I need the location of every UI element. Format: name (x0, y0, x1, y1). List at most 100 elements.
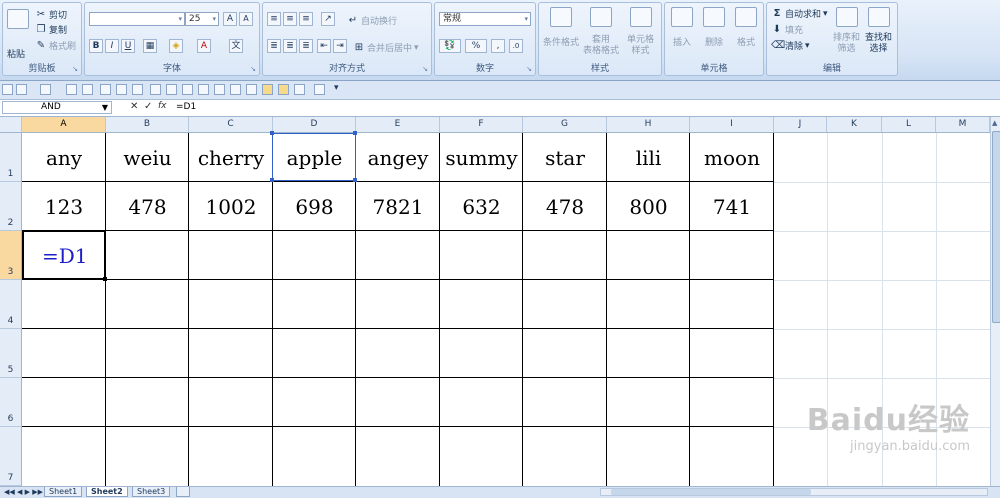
increase-indent-button[interactable]: ⇥ (333, 39, 347, 53)
font-dialog-launcher-icon[interactable]: ↘ (250, 65, 256, 73)
chart-icon[interactable] (132, 84, 143, 95)
name-box[interactable]: AND ▼ (2, 101, 112, 114)
cell-i1[interactable]: moon (690, 146, 774, 170)
column-header-k[interactable]: K (827, 117, 882, 132)
cancel-icon[interactable]: ✕ (130, 101, 138, 112)
column-header-j[interactable]: J (774, 117, 827, 132)
fill-handle[interactable] (103, 277, 107, 281)
horizontal-scroll-thumb[interactable] (611, 489, 811, 495)
sheet-tab-3[interactable]: Sheet3 (132, 487, 171, 497)
row-header-4[interactable]: 4 (0, 280, 22, 329)
horizontal-scrollbar[interactable] (600, 488, 988, 496)
copy-button[interactable]: ❐ 复制 (35, 23, 68, 36)
cut-button[interactable]: ✂ 剪切 (35, 8, 67, 21)
font-name-combo[interactable]: ▾ (89, 12, 185, 26)
number-dialog-launcher-icon[interactable]: ↘ (526, 65, 532, 73)
vertical-scrollbar[interactable]: ▲ (990, 117, 1000, 487)
column-header-l[interactable]: L (882, 117, 936, 132)
bold-button[interactable]: B (89, 39, 103, 53)
select-all-corner[interactable] (0, 117, 22, 132)
cell-style-button[interactable]: 单元格 样式 (627, 7, 654, 57)
insert-button[interactable]: 插入 (671, 7, 693, 48)
align-right-button[interactable]: ≣ (299, 39, 313, 53)
grow-font-button[interactable]: A (223, 12, 237, 26)
cell-c2[interactable]: 1002 (189, 195, 273, 219)
sheet-nav-arrows[interactable]: ◀◀ ◀ ▶ ▶▶ (4, 487, 43, 497)
table-icon[interactable] (150, 84, 161, 95)
fill-button[interactable]: ⬇ 填充 (771, 23, 803, 36)
phonetic-button[interactable]: 文 (229, 39, 243, 53)
undo-icon[interactable] (16, 84, 27, 95)
column-header-a[interactable]: A (22, 117, 106, 132)
fill-color-button[interactable]: ◈ (169, 39, 183, 53)
number-format-combo[interactable]: 常规 ▾ (439, 12, 531, 26)
column-header-c[interactable]: C (189, 117, 273, 132)
column-header-e[interactable]: E (356, 117, 440, 132)
camera-icon[interactable] (262, 84, 273, 95)
cell-h1[interactable]: lili (607, 146, 690, 170)
table-format-button[interactable]: 套用 表格格式 (583, 7, 619, 57)
lock-icon[interactable] (246, 84, 257, 95)
enter-icon[interactable]: ✓ (144, 101, 152, 112)
cell-f2[interactable]: 632 (440, 195, 523, 219)
format-button[interactable]: 格式 (735, 7, 757, 48)
column-header-b[interactable]: B (106, 117, 189, 132)
sort-icon[interactable] (166, 84, 177, 95)
row-header-6[interactable]: 6 (0, 378, 22, 427)
pen-icon[interactable] (230, 84, 241, 95)
currency-button[interactable]: 💱 (439, 39, 461, 53)
increase-decimal-button[interactable]: .0 (509, 39, 523, 53)
decrease-indent-button[interactable]: ⇤ (317, 39, 331, 53)
scroll-thumb[interactable] (992, 131, 1000, 323)
align-left-button[interactable]: ≣ (267, 39, 281, 53)
customize-toolbar-icon[interactable]: ▾ (334, 83, 339, 93)
font-color-button[interactable]: A (197, 39, 211, 53)
insert-sheet-icon[interactable] (176, 487, 190, 497)
cell-f1[interactable]: summy (440, 146, 523, 170)
shrink-font-button[interactable]: A (239, 12, 253, 26)
cell-h2[interactable]: 800 (607, 195, 690, 219)
formula-input[interactable]: =D1 (176, 101, 988, 114)
orientation-button[interactable]: ↗ (321, 12, 335, 26)
cell-b1[interactable]: weiu (106, 146, 189, 170)
link-icon[interactable] (198, 84, 209, 95)
align-top-button[interactable]: ≡ (267, 12, 281, 26)
cell-g1[interactable]: star (523, 146, 607, 170)
macro-icon[interactable] (294, 84, 305, 95)
row-header-7[interactable]: 7 (0, 427, 22, 486)
row-header-1[interactable]: 1 (0, 133, 22, 182)
row-header-3[interactable]: 3 (0, 231, 22, 280)
cell-d2[interactable]: 698 (273, 195, 356, 219)
align-center-button[interactable]: ≣ (283, 39, 297, 53)
paste-button[interactable]: 粘贴 (7, 9, 29, 60)
cell-e2[interactable]: 7821 (356, 195, 440, 219)
column-header-m[interactable]: M (936, 117, 990, 132)
merge-center-button[interactable]: ⊞ 合并后居中 ▾ (353, 41, 419, 54)
conditional-format-button[interactable]: 条件格式 (543, 7, 579, 48)
percent-button[interactable]: % (465, 39, 487, 53)
save-icon[interactable] (2, 84, 13, 95)
cell-a1[interactable]: any (22, 146, 106, 170)
preview-icon[interactable] (116, 84, 127, 95)
alignment-dialog-launcher-icon[interactable]: ↘ (422, 65, 428, 73)
column-header-g[interactable]: G (523, 117, 607, 132)
filter-icon[interactable] (182, 84, 193, 95)
border-button[interactable]: ▦ (143, 39, 157, 53)
wrap-text-button[interactable]: ↵ 自动换行 (347, 14, 397, 27)
comment-icon[interactable] (214, 84, 225, 95)
cell-d1[interactable]: apple (273, 146, 356, 170)
underline-button[interactable]: U (121, 39, 135, 53)
open-icon[interactable] (82, 84, 93, 95)
delete-button[interactable]: 删除 (703, 7, 725, 48)
sheet-tab-2[interactable]: Sheet2 (86, 487, 128, 497)
align-middle-button[interactable]: ≡ (283, 12, 297, 26)
redo-icon[interactable] (40, 84, 51, 95)
cell-a2[interactable]: 123 (22, 195, 106, 219)
scroll-up-icon[interactable]: ▲ (992, 119, 997, 127)
new-icon[interactable] (66, 84, 77, 95)
zoom-icon[interactable] (278, 84, 289, 95)
column-header-i[interactable]: I (690, 117, 774, 132)
format-painter-button[interactable]: ✎ 格式刷 (35, 39, 76, 52)
cell-a3[interactable]: =D1 (22, 244, 106, 268)
comma-button[interactable]: , (491, 39, 505, 53)
